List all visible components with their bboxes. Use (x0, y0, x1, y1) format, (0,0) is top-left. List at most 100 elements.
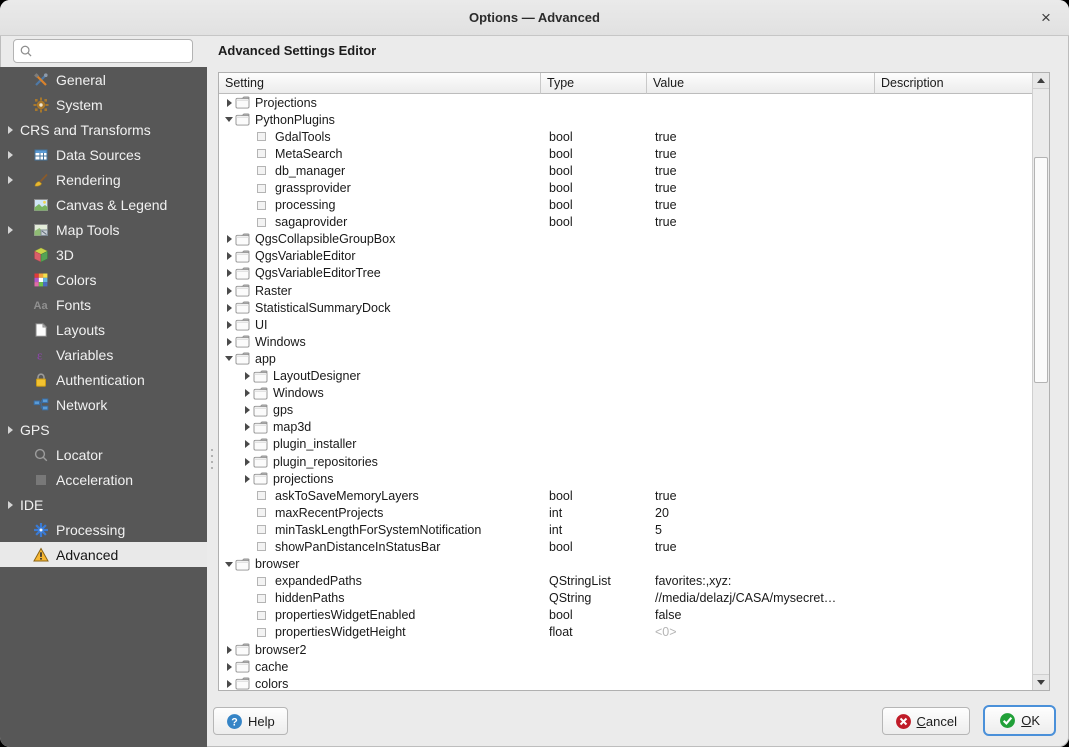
expand-arrow-icon[interactable] (8, 501, 18, 509)
table-row[interactable]: PythonPlugins (219, 111, 1033, 128)
sidebar-item-network[interactable]: Network (0, 392, 207, 417)
svg-text:ε: ε (37, 347, 43, 362)
table-row[interactable]: propertiesWidgetEnabledboolfalse (219, 607, 1033, 624)
sidebar-item-variables[interactable]: εVariables (0, 342, 207, 367)
expand-arrow-icon[interactable] (8, 151, 18, 159)
table-row[interactable]: db_managerbooltrue (219, 162, 1033, 179)
table-row[interactable]: QgsCollapsibleGroupBox (219, 231, 1033, 248)
table-row[interactable]: app (219, 350, 1033, 367)
table-row[interactable]: GdalToolsbooltrue (219, 128, 1033, 145)
expand-arrow-icon[interactable] (8, 126, 18, 134)
table-row[interactable]: expandedPathsQStringListfavorites:,xyz: (219, 573, 1033, 590)
column-header-value[interactable]: Value (647, 73, 875, 94)
table-row[interactable]: Raster (219, 282, 1033, 299)
expand-arrow-icon[interactable] (223, 321, 235, 329)
table-row[interactable]: StatisticalSummaryDock (219, 299, 1033, 316)
cancel-icon (895, 713, 912, 730)
expand-arrow-icon[interactable] (223, 287, 235, 295)
expand-arrow-icon[interactable] (223, 338, 235, 346)
ok-button[interactable]: OK (983, 705, 1056, 736)
sidebar-item-acceleration[interactable]: Acceleration (0, 467, 207, 492)
sidebar-item-colors[interactable]: Colors (0, 267, 207, 292)
table-row[interactable]: propertiesWidgetHeightfloat<0> (219, 624, 1033, 641)
table-row[interactable]: projections (219, 470, 1033, 487)
table-row[interactable]: plugin_repositories (219, 453, 1033, 470)
collapse-arrow-icon[interactable] (223, 356, 235, 361)
expand-arrow-icon[interactable] (8, 176, 18, 184)
search-input[interactable] (33, 41, 192, 61)
expand-arrow-icon[interactable] (8, 226, 18, 234)
collapse-arrow-icon[interactable] (223, 117, 235, 122)
setting-cell: cache (219, 660, 541, 674)
splitter-handle[interactable] (209, 444, 215, 474)
expand-arrow-icon[interactable] (223, 269, 235, 277)
sidebar-item-advanced[interactable]: Advanced (0, 542, 207, 567)
table-row[interactable]: Windows (219, 385, 1033, 402)
sidebar-item-3d[interactable]: 3D (0, 242, 207, 267)
scrollbar-thumb[interactable] (1034, 157, 1048, 383)
table-row[interactable]: Projections (219, 94, 1033, 111)
table-row[interactable]: QgsVariableEditorTree (219, 265, 1033, 282)
expand-arrow-icon[interactable] (223, 235, 235, 243)
sidebar-item-system[interactable]: System (0, 92, 207, 117)
sidebar-item-locator[interactable]: Locator (0, 442, 207, 467)
scroll-up-button[interactable] (1033, 73, 1049, 89)
sidebar-item-authentication[interactable]: Authentication (0, 367, 207, 392)
expand-arrow-icon[interactable] (223, 680, 235, 688)
expand-arrow-icon[interactable] (223, 646, 235, 654)
expand-arrow-icon[interactable] (223, 252, 235, 260)
sidebar-item-fonts[interactable]: AaFonts (0, 292, 207, 317)
expand-arrow-icon[interactable] (241, 406, 253, 414)
column-header-type[interactable]: Type (541, 73, 647, 94)
sidebar-item-processing[interactable]: Processing (0, 517, 207, 542)
close-icon[interactable]: × (1035, 7, 1057, 29)
collapse-arrow-icon[interactable] (223, 562, 235, 567)
table-row[interactable]: minTaskLengthForSystemNotificationint5 (219, 521, 1033, 538)
table-row[interactable]: grassproviderbooltrue (219, 179, 1033, 196)
vertical-scrollbar[interactable] (1032, 73, 1049, 690)
expand-arrow-icon[interactable] (241, 475, 253, 483)
sidebar-item-gps[interactable]: GPS (0, 417, 207, 442)
expand-arrow-icon[interactable] (223, 304, 235, 312)
sidebar-item-canvas-legend[interactable]: Canvas & Legend (0, 192, 207, 217)
expand-arrow-icon[interactable] (241, 440, 253, 448)
table-row[interactable]: Windows (219, 333, 1033, 350)
sidebar-item-map-tools[interactable]: Map Tools (0, 217, 207, 242)
cancel-button[interactable]: Cancel (882, 707, 970, 735)
table-row[interactable]: map3d (219, 419, 1033, 436)
column-header-description[interactable]: Description (875, 73, 1033, 94)
table-row[interactable]: processingbooltrue (219, 197, 1033, 214)
sidebar-item-general[interactable]: General (0, 67, 207, 92)
table-row[interactable]: colors (219, 675, 1033, 690)
expand-arrow-icon[interactable] (8, 426, 18, 434)
sidebar-item-ide[interactable]: IDE (0, 492, 207, 517)
table-row[interactable]: MetaSearchbooltrue (219, 145, 1033, 162)
expand-arrow-icon[interactable] (223, 99, 235, 107)
table-row[interactable]: gps (219, 402, 1033, 419)
table-row[interactable]: cache (219, 658, 1033, 675)
expand-arrow-icon[interactable] (241, 423, 253, 431)
scroll-down-button[interactable] (1033, 674, 1049, 690)
table-row[interactable]: showPanDistanceInStatusBarbooltrue (219, 538, 1033, 555)
table-row[interactable]: browser (219, 556, 1033, 573)
table-row[interactable]: hiddenPathsQString//media/delazj/CASA/my… (219, 590, 1033, 607)
table-row[interactable]: LayoutDesigner (219, 368, 1033, 385)
sidebar-item-crs-and-transforms[interactable]: CRS and Transforms (0, 117, 207, 142)
table-row[interactable]: browser2 (219, 641, 1033, 658)
data-sources-icon (33, 147, 49, 163)
table-row[interactable]: plugin_installer (219, 436, 1033, 453)
table-row[interactable]: askToSaveMemoryLayersbooltrue (219, 487, 1033, 504)
table-row[interactable]: maxRecentProjectsint20 (219, 504, 1033, 521)
expand-arrow-icon[interactable] (241, 372, 253, 380)
sidebar-item-rendering[interactable]: Rendering (0, 167, 207, 192)
sidebar-item-layouts[interactable]: Layouts (0, 317, 207, 342)
help-button[interactable]: ?Help (213, 707, 288, 735)
table-row[interactable]: sagaproviderbooltrue (219, 214, 1033, 231)
expand-arrow-icon[interactable] (241, 458, 253, 466)
expand-arrow-icon[interactable] (223, 663, 235, 671)
expand-arrow-icon[interactable] (241, 389, 253, 397)
table-row[interactable]: UI (219, 316, 1033, 333)
table-row[interactable]: QgsVariableEditor (219, 248, 1033, 265)
sidebar-item-data-sources[interactable]: Data Sources (0, 142, 207, 167)
column-header-setting[interactable]: Setting (219, 73, 541, 94)
